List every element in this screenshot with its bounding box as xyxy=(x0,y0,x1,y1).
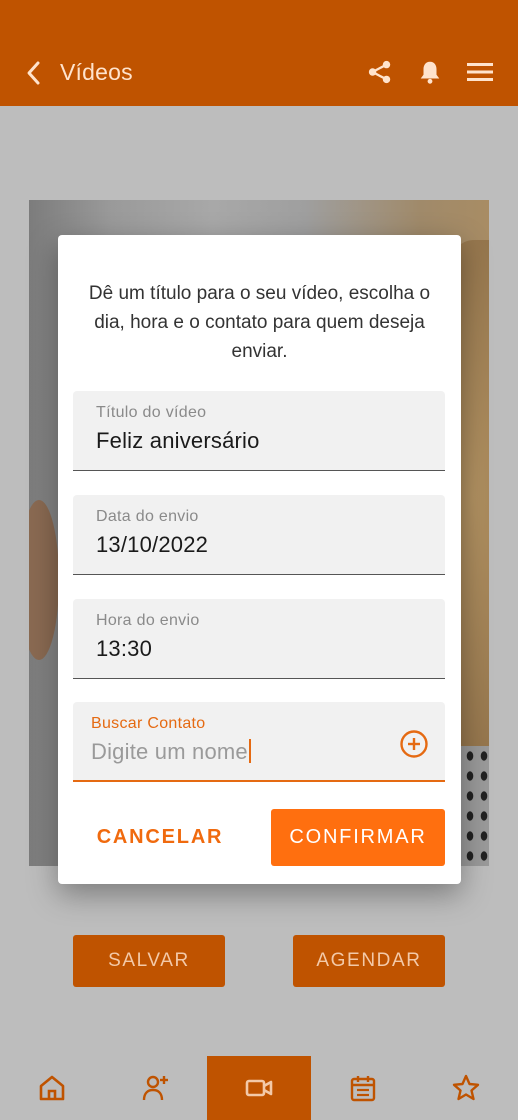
bottom-nav xyxy=(0,1056,518,1120)
cancel-button[interactable]: CANCELAR xyxy=(84,809,236,866)
confirm-button[interactable]: CONFIRMAR xyxy=(271,809,445,866)
page-title: Vídeos xyxy=(60,59,133,85)
field-label: Buscar Contato xyxy=(91,715,206,732)
field-value: 13/10/2022 xyxy=(96,532,209,557)
schedule-button[interactable]: AGENDAR xyxy=(293,935,445,987)
home-icon xyxy=(39,1075,65,1101)
video-title-field[interactable]: Título do vídeo Feliz aniversário xyxy=(73,391,445,471)
calendar-icon xyxy=(350,1076,375,1102)
add-person-icon xyxy=(143,1075,169,1101)
field-value: 13:30 xyxy=(96,636,153,661)
field-label: Hora do envio xyxy=(96,612,200,629)
share-button[interactable] xyxy=(366,58,394,86)
save-button[interactable]: SALVAR xyxy=(73,935,225,987)
app-header: Vídeos xyxy=(0,0,518,106)
field-value: Feliz aniversário xyxy=(96,428,260,453)
hamburger-menu-icon xyxy=(467,63,493,81)
nav-calendar[interactable] xyxy=(311,1056,415,1120)
bell-icon xyxy=(420,61,440,84)
nav-contacts[interactable] xyxy=(104,1056,208,1120)
nav-videos[interactable] xyxy=(207,1056,311,1120)
send-date-field[interactable]: Data do envio 13/10/2022 xyxy=(73,495,445,575)
schedule-dialog: Dê um título para o seu vídeo, escolha o… xyxy=(58,235,461,884)
placeholder-text: Digite um nome xyxy=(91,739,248,764)
preview-detail xyxy=(29,500,59,660)
field-label: Título do vídeo xyxy=(96,404,207,421)
text-caret xyxy=(248,739,251,763)
contact-search-field[interactable]: Buscar Contato Digite um nome xyxy=(73,702,445,782)
field-label: Data do envio xyxy=(96,508,199,525)
nav-favorites[interactable] xyxy=(414,1056,518,1120)
header-actions xyxy=(366,58,494,86)
back-button[interactable]: Vídeos xyxy=(24,59,133,86)
dialog-message: Dê um título para o seu vídeo, escolha o… xyxy=(88,283,431,362)
share-icon xyxy=(368,60,391,84)
nav-home[interactable] xyxy=(0,1056,104,1120)
star-icon xyxy=(452,1074,480,1101)
search-placeholder: Digite um nome xyxy=(91,739,251,765)
chevron-left-icon xyxy=(27,61,40,84)
send-time-field[interactable]: Hora do envio 13:30 xyxy=(73,599,445,679)
video-camera-icon xyxy=(245,1079,273,1097)
add-contact-icon[interactable] xyxy=(399,729,429,759)
menu-button[interactable] xyxy=(466,58,494,86)
notifications-button[interactable] xyxy=(416,58,444,86)
